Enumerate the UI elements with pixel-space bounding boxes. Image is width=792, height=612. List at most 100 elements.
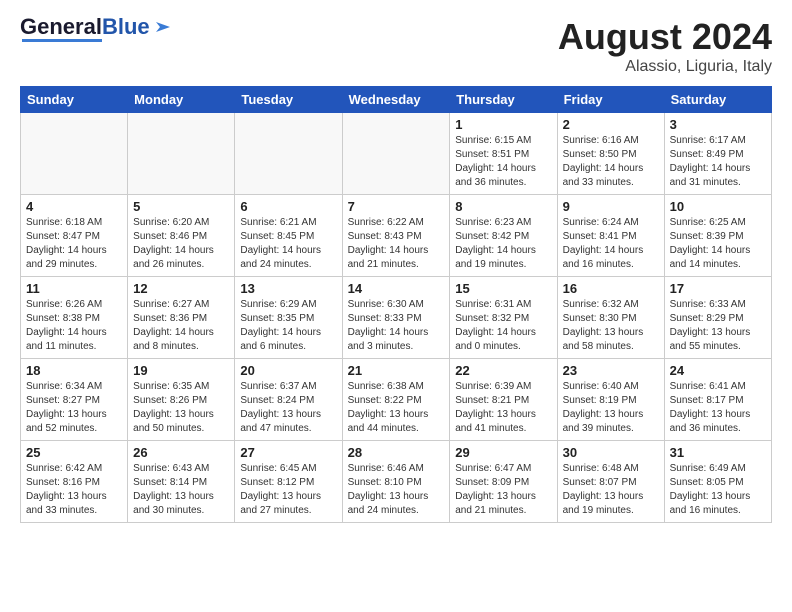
table-row: 15Sunrise: 6:31 AM Sunset: 8:32 PM Dayli… [450,277,557,359]
main-title: August 2024 [558,16,772,58]
day-number: 21 [348,363,445,378]
day-number: 28 [348,445,445,460]
table-row: 6Sunrise: 6:21 AM Sunset: 8:45 PM Daylig… [235,195,342,277]
day-number: 19 [133,363,229,378]
day-number: 12 [133,281,229,296]
day-number: 16 [563,281,659,296]
calendar-week-row: 11Sunrise: 6:26 AM Sunset: 8:38 PM Dayli… [21,277,772,359]
col-tuesday: Tuesday [235,87,342,113]
table-row: 16 Sunrise: 6:32 AM Sunset: 8:30 PM Dayli… [557,277,664,359]
table-row: 2 Sunrise: 6:16 AM Sunset: 8:50 PM Daylig… [557,113,664,195]
day-info: Sunrise: 6:39 AM Sunset: 8:21 PM Dayligh… [455,380,551,436]
table-row: 24 Sunrise: 6:41 AM Sunset: 8:17 PM Dayli… [664,359,771,441]
day-number: 10 [670,199,766,214]
day-info: Sunrise: 6:20 AM Sunset: 8:46 PM Dayligh… [133,216,229,272]
day-number: 3 [670,117,766,132]
day-info: Sunrise: 6:45 AM Sunset: 8:12 PM Dayligh… [240,462,336,518]
day-number: 25 [26,445,122,460]
day-info: Sunrise: 6:38 AM Sunset: 8:22 PM Dayligh… [348,380,445,436]
day-info: Sunrise: 6:33 AM Sunset: 8:29 PM Dayligh… [670,298,766,354]
day-number: 8 [455,199,551,214]
table-row: 23Sunrise: 6:40 AM Sunset: 8:19 PM Dayli… [557,359,664,441]
col-wednesday: Wednesday [342,87,450,113]
day-info: Sunrise: 6:46 AM Sunset: 8:10 PM Dayligh… [348,462,445,518]
day-number: 20 [240,363,336,378]
day-info: Sunrise: 6:16 AM Sunset: 8:50 PM Dayligh… [563,134,659,190]
table-row: 13 Sunrise: 6:29 AM Sunset: 8:35 PM Dayli… [235,277,342,359]
day-number: 17 [670,281,766,296]
table-row: 30 Sunrise: 6:48 AM Sunset: 8:07 PM Dayli… [557,441,664,523]
day-info: Sunrise: 6:17 AM Sunset: 8:49 PM Dayligh… [670,134,766,190]
day-number: 29 [455,445,551,460]
day-number: 15 [455,281,551,296]
title-block: August 2024 Alassio, Liguria, Italy [558,16,772,76]
day-info: Sunrise: 6:41 AM Sunset: 8:17 PM Dayligh… [670,380,766,436]
day-number: 26 [133,445,229,460]
day-number: 2 [563,117,659,132]
table-row: 20 Sunrise: 6:37 AM Sunset: 8:24 PM Dayli… [235,359,342,441]
day-info: Sunrise: 6:29 AM Sunset: 8:35 PM Dayligh… [240,298,336,354]
day-info: Sunrise: 6:22 AM Sunset: 8:43 PM Dayligh… [348,216,445,272]
day-info: Sunrise: 6:42 AM Sunset: 8:16 PM Dayligh… [26,462,122,518]
day-info: Sunrise: 6:26 AM Sunset: 8:38 PM Dayligh… [26,298,122,354]
table-row: 8Sunrise: 6:23 AM Sunset: 8:42 PM Daylig… [450,195,557,277]
table-row: 14 Sunrise: 6:30 AM Sunset: 8:33 PM Dayli… [342,277,450,359]
col-sunday: Sunday [21,87,128,113]
day-info: Sunrise: 6:15 AM Sunset: 8:51 PM Dayligh… [455,134,551,190]
table-row: 10 Sunrise: 6:25 AM Sunset: 8:39 PM Dayli… [664,195,771,277]
logo: GeneralBlue [20,16,174,42]
table-row: 22 Sunrise: 6:39 AM Sunset: 8:21 PM Dayli… [450,359,557,441]
logo-blue: Blue [102,14,150,39]
day-info: Sunrise: 6:48 AM Sunset: 8:07 PM Dayligh… [563,462,659,518]
day-number: 7 [348,199,445,214]
day-info: Sunrise: 6:30 AM Sunset: 8:33 PM Dayligh… [348,298,445,354]
table-row [235,113,342,195]
calendar-week-row: 1Sunrise: 6:15 AM Sunset: 8:51 PM Daylig… [21,113,772,195]
day-number: 13 [240,281,336,296]
day-number: 24 [670,363,766,378]
day-info: Sunrise: 6:25 AM Sunset: 8:39 PM Dayligh… [670,216,766,272]
day-info: Sunrise: 6:32 AM Sunset: 8:30 PM Dayligh… [563,298,659,354]
col-saturday: Saturday [664,87,771,113]
day-number: 30 [563,445,659,460]
table-row: 9 Sunrise: 6:24 AM Sunset: 8:41 PM Daylig… [557,195,664,277]
table-row: 12Sunrise: 6:27 AM Sunset: 8:36 PM Dayli… [128,277,235,359]
table-row: 26Sunrise: 6:43 AM Sunset: 8:14 PM Dayli… [128,441,235,523]
logo-underline [22,39,102,42]
table-row: 7 Sunrise: 6:22 AM Sunset: 8:43 PM Daylig… [342,195,450,277]
day-number: 22 [455,363,551,378]
table-row: 18Sunrise: 6:34 AM Sunset: 8:27 PM Dayli… [21,359,128,441]
col-monday: Monday [128,87,235,113]
header: GeneralBlue August 2024 Alassio, Liguria… [20,16,772,76]
day-number: 9 [563,199,659,214]
logo-general: General [20,14,102,39]
day-info: Sunrise: 6:40 AM Sunset: 8:19 PM Dayligh… [563,380,659,436]
day-number: 27 [240,445,336,460]
table-row: 28 Sunrise: 6:46 AM Sunset: 8:10 PM Dayli… [342,441,450,523]
table-row: 4 Sunrise: 6:18 AM Sunset: 8:47 PM Daylig… [21,195,128,277]
table-row: 11Sunrise: 6:26 AM Sunset: 8:38 PM Dayli… [21,277,128,359]
table-row: 29 Sunrise: 6:47 AM Sunset: 8:09 PM Dayli… [450,441,557,523]
table-row [128,113,235,195]
table-row: 1Sunrise: 6:15 AM Sunset: 8:51 PM Daylig… [450,113,557,195]
col-friday: Friday [557,87,664,113]
table-row: 19Sunrise: 6:35 AM Sunset: 8:26 PM Dayli… [128,359,235,441]
day-info: Sunrise: 6:49 AM Sunset: 8:05 PM Dayligh… [670,462,766,518]
table-row: 25 Sunrise: 6:42 AM Sunset: 8:16 PM Dayli… [21,441,128,523]
calendar-week-row: 4 Sunrise: 6:18 AM Sunset: 8:47 PM Daylig… [21,195,772,277]
table-row: 27 Sunrise: 6:45 AM Sunset: 8:12 PM Dayli… [235,441,342,523]
logo-text: GeneralBlue [20,16,150,38]
day-number: 4 [26,199,122,214]
day-info: Sunrise: 6:24 AM Sunset: 8:41 PM Dayligh… [563,216,659,272]
day-info: Sunrise: 6:21 AM Sunset: 8:45 PM Dayligh… [240,216,336,272]
day-number: 31 [670,445,766,460]
table-row: 21 Sunrise: 6:38 AM Sunset: 8:22 PM Dayli… [342,359,450,441]
table-row: 3 Sunrise: 6:17 AM Sunset: 8:49 PM Daylig… [664,113,771,195]
day-info: Sunrise: 6:37 AM Sunset: 8:24 PM Dayligh… [240,380,336,436]
day-number: 14 [348,281,445,296]
day-info: Sunrise: 6:47 AM Sunset: 8:09 PM Dayligh… [455,462,551,518]
table-row: 31 Sunrise: 6:49 AM Sunset: 8:05 PM Dayli… [664,441,771,523]
day-info: Sunrise: 6:18 AM Sunset: 8:47 PM Dayligh… [26,216,122,272]
subtitle: Alassio, Liguria, Italy [558,58,772,76]
page: GeneralBlue August 2024 Alassio, Liguria… [0,0,792,612]
